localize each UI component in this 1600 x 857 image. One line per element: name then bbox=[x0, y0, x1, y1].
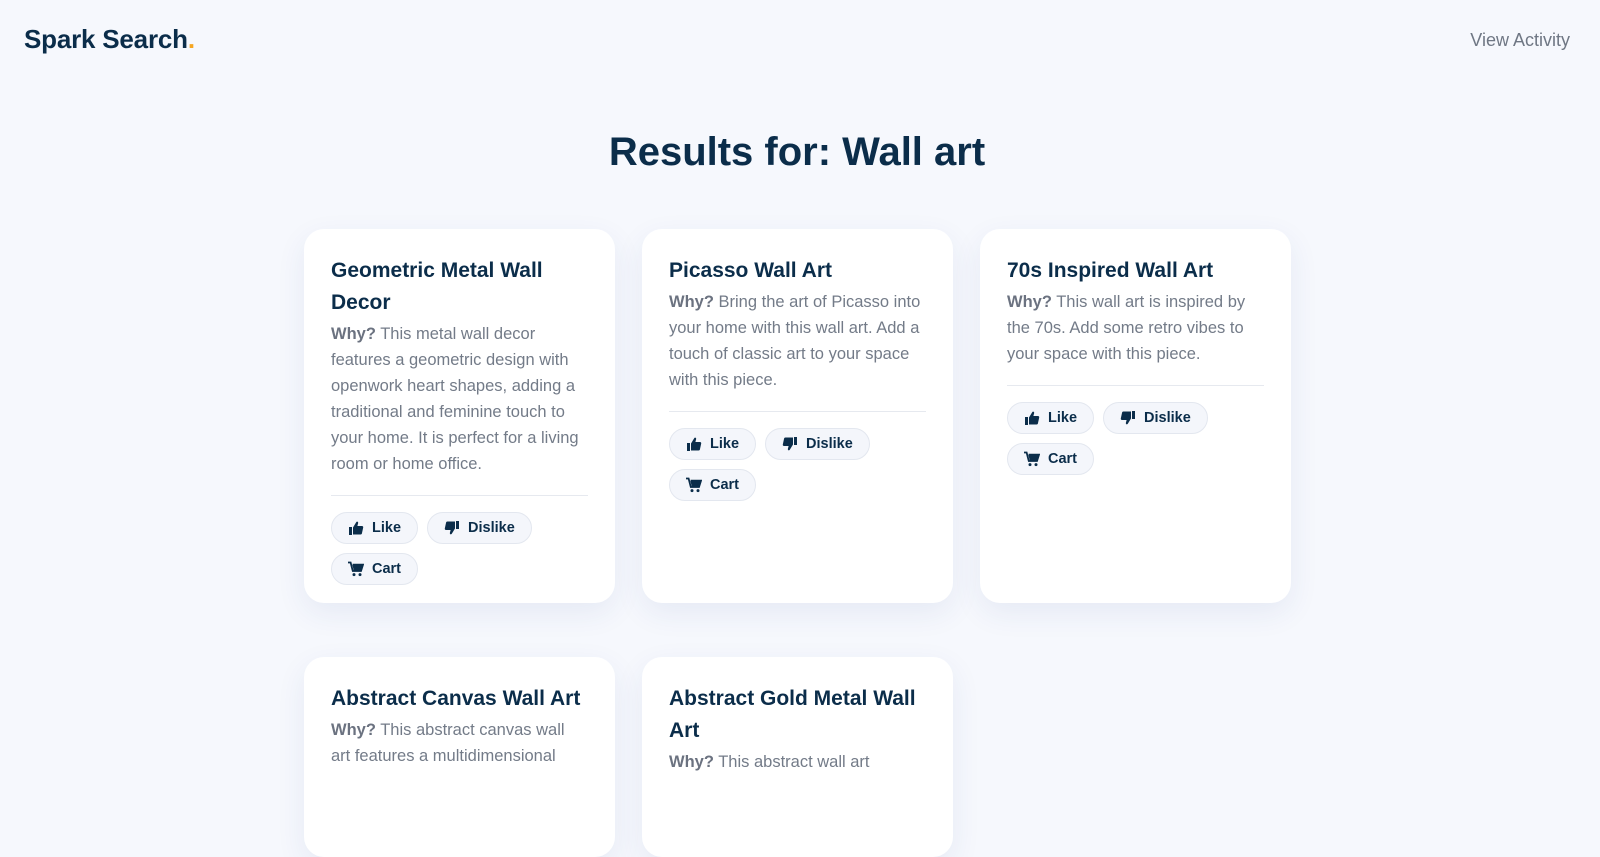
product-title: Abstract Gold Metal Wall Art bbox=[669, 687, 916, 742]
card-divider bbox=[1007, 385, 1264, 386]
like-label: Like bbox=[372, 520, 402, 536]
like-label: Like bbox=[710, 436, 740, 452]
product-card: Picasso Wall Art Why? Bring the art of P… bbox=[642, 229, 953, 603]
why-label: Why? bbox=[1007, 293, 1052, 311]
product-reason: Why? Bring the art of Picasso into your … bbox=[669, 289, 926, 393]
product-card: Abstract Canvas Wall Art Why? This abstr… bbox=[304, 657, 615, 857]
card-divider bbox=[331, 495, 588, 496]
shopping-cart-icon bbox=[686, 477, 702, 493]
shopping-cart-icon bbox=[1024, 451, 1040, 467]
reason-text: This abstract wall art bbox=[718, 753, 870, 771]
why-label: Why? bbox=[669, 293, 714, 311]
cart-label: Cart bbox=[372, 561, 402, 577]
cart-label: Cart bbox=[1048, 451, 1078, 467]
dislike-button[interactable]: Dislike bbox=[1103, 402, 1208, 434]
product-title: Picasso Wall Art bbox=[669, 259, 832, 282]
dislike-label: Dislike bbox=[468, 520, 515, 536]
dislike-button[interactable]: Dislike bbox=[427, 512, 532, 544]
thumbs-down-icon bbox=[782, 436, 798, 452]
view-activity-link[interactable]: View Activity bbox=[1470, 30, 1570, 51]
why-label: Why? bbox=[331, 721, 376, 739]
brand-name: Spark Search bbox=[24, 24, 188, 54]
thumbs-up-icon bbox=[1024, 410, 1040, 426]
thumbs-down-icon bbox=[444, 520, 460, 536]
product-reason: Why? This abstract canvas wall art featu… bbox=[331, 717, 588, 769]
results-grid: Geometric Metal Wall Decor Why? This met… bbox=[304, 229, 1294, 857]
like-button[interactable]: Like bbox=[331, 512, 419, 544]
dislike-label: Dislike bbox=[806, 436, 853, 452]
cart-button[interactable]: Cart bbox=[331, 553, 419, 585]
like-label: Like bbox=[1048, 410, 1078, 426]
card-actions: Like Dislike Cart bbox=[669, 428, 879, 501]
dislike-label: Dislike bbox=[1144, 410, 1191, 426]
product-reason: Why? This wall art is inspired by the 70… bbox=[1007, 289, 1264, 367]
thumbs-up-icon bbox=[348, 520, 364, 536]
why-label: Why? bbox=[669, 753, 714, 771]
brand-logo[interactable]: Spark Search. bbox=[24, 24, 195, 55]
product-card: Geometric Metal Wall Decor Why? This met… bbox=[304, 229, 615, 603]
product-title: 70s Inspired Wall Art bbox=[1007, 259, 1214, 282]
product-title: Geometric Metal Wall Decor bbox=[331, 259, 543, 314]
product-card: Abstract Gold Metal Wall Art Why? This a… bbox=[642, 657, 953, 857]
thumbs-down-icon bbox=[1120, 410, 1136, 426]
product-card: 70s Inspired Wall Art Why? This wall art… bbox=[980, 229, 1291, 603]
thumbs-up-icon bbox=[686, 436, 702, 452]
dislike-button[interactable]: Dislike bbox=[765, 428, 870, 460]
brand-dot: . bbox=[187, 24, 195, 54]
top-navigation-bar: Spark Search. View Activity bbox=[0, 0, 1600, 82]
card-actions: Like Dislike Cart bbox=[331, 512, 541, 585]
card-divider bbox=[669, 411, 926, 412]
cart-button[interactable]: Cart bbox=[669, 469, 757, 501]
cart-label: Cart bbox=[710, 477, 740, 493]
results-heading: Results for: Wall art bbox=[608, 130, 986, 174]
like-button[interactable]: Like bbox=[1007, 402, 1095, 434]
cart-button[interactable]: Cart bbox=[1007, 443, 1095, 475]
like-button[interactable]: Like bbox=[669, 428, 757, 460]
product-reason: Why? This abstract wall art bbox=[669, 749, 926, 775]
product-reason: Why? This metal wall decor features a ge… bbox=[331, 321, 588, 477]
why-label: Why? bbox=[331, 325, 376, 343]
reason-text: This metal wall decor features a geometr… bbox=[331, 325, 579, 473]
shopping-cart-icon bbox=[348, 561, 364, 577]
card-actions: Like Dislike Cart bbox=[1007, 402, 1217, 475]
product-title: Abstract Canvas Wall Art bbox=[331, 687, 581, 710]
